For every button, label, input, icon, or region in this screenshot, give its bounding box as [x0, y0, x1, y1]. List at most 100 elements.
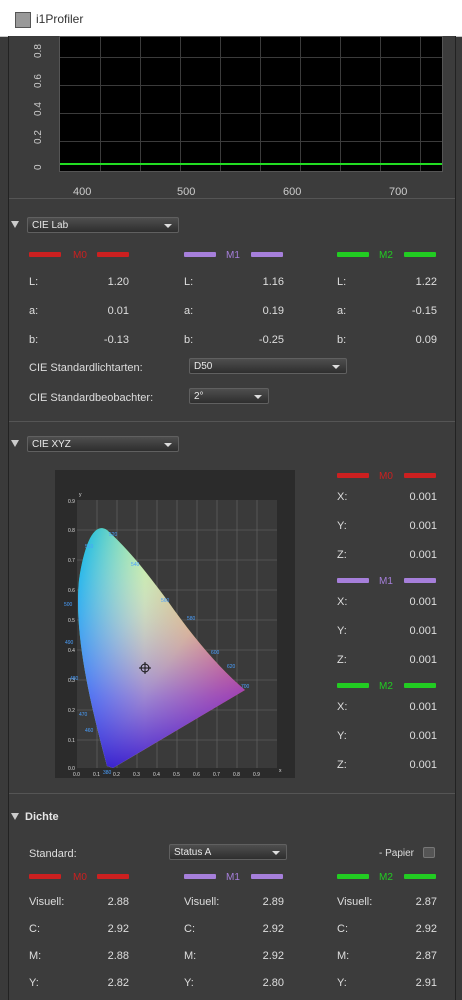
cie-x-axis-label: x	[279, 768, 282, 774]
m1-L-value: 1.16	[262, 276, 284, 288]
y-tick-label: 0.8	[33, 44, 44, 58]
wavelength-label: 490	[65, 640, 74, 646]
wavelength-label: 620	[227, 664, 236, 670]
lab-mode-dropdown[interactable]: CIE Lab	[27, 217, 179, 233]
wavelength-label: 560	[161, 598, 170, 604]
m2-legend-label: M2	[379, 250, 393, 261]
density-m-label: M:	[29, 950, 42, 962]
wavelength-label: 460	[85, 728, 94, 734]
standard-label: Standard:	[29, 848, 77, 860]
m0-legend-label: M0	[73, 872, 87, 883]
grid-line	[60, 113, 442, 114]
density-c-label: C:	[29, 923, 40, 935]
xyz-X-label: X:	[337, 596, 348, 608]
app-icon	[15, 12, 31, 28]
spectral-graph	[59, 36, 443, 172]
m0-legend-bar	[29, 252, 61, 257]
density-visual-label: Visuell:	[337, 896, 373, 908]
m2-legend-label: M2	[379, 872, 393, 883]
divider	[9, 198, 455, 199]
cie-x-tick: 0.4	[153, 772, 160, 778]
m0-X-value: 0.001	[409, 491, 437, 503]
illuminant-dropdown[interactable]: D50	[189, 358, 347, 374]
wavelength-label: 480	[70, 676, 79, 682]
y-tick-label: 0.6	[33, 74, 44, 88]
m0-L-value: 1.20	[107, 276, 129, 288]
wavelength-label: 580	[187, 616, 196, 622]
cie-x-tick: 0.3	[133, 772, 140, 778]
divider	[9, 421, 455, 422]
m1-Y-value: 0.001	[409, 625, 437, 637]
m0-c-value: 2.92	[107, 923, 129, 935]
density-c-label: C:	[184, 923, 195, 935]
m1-legend-label: M1	[226, 872, 240, 883]
m2-c-value: 2.92	[415, 923, 437, 935]
lab-b-label: b:	[337, 334, 347, 346]
cie-y-tick: 0.6	[68, 588, 75, 594]
cie-x-tick: 0.7	[213, 772, 220, 778]
wavelength-label: 380	[103, 770, 112, 776]
xyz-Z-label: Z:	[337, 549, 347, 561]
m0-legend-bar	[29, 874, 61, 879]
chevron-down-icon	[164, 224, 172, 228]
cie-x-tick: 0.0	[73, 772, 80, 778]
m0-legend-bar	[97, 252, 129, 257]
m2-legend-label: M2	[379, 681, 393, 692]
lab-b-label: b:	[29, 334, 39, 346]
observer-dropdown[interactable]: 2°	[189, 388, 269, 404]
m2-legend-bar	[404, 252, 436, 257]
density-standard-value: Status A	[174, 847, 212, 858]
density-c-label: C:	[337, 923, 348, 935]
lab-mode-value: CIE Lab	[32, 220, 69, 231]
xyz-Y-label: Y:	[337, 730, 347, 742]
m2-Z-value: 0.001	[409, 759, 437, 771]
xyz-Y-label: Y:	[337, 520, 347, 532]
m0-legend-bar	[97, 874, 129, 879]
m0-Y-value: 0.001	[409, 520, 437, 532]
m1-a-value: 0.19	[262, 305, 284, 317]
collapse-triangle-icon[interactable]	[11, 813, 19, 820]
paper-label: - Papier	[379, 848, 415, 859]
wavelength-label: 470	[79, 712, 88, 718]
cie-y-axis-label: y	[79, 492, 82, 498]
x-tick-label: 400	[73, 186, 92, 198]
x-tick-label: 600	[283, 186, 302, 198]
cie-y-tick: 0.4	[68, 648, 75, 654]
spectral-curve	[60, 163, 442, 165]
m1-X-value: 0.001	[409, 596, 437, 608]
density-m-label: M:	[184, 950, 197, 962]
m0-y-value: 2.82	[107, 977, 129, 989]
cie-x-tick: 0.5	[173, 772, 180, 778]
density-standard-dropdown[interactable]: Status A	[169, 844, 287, 860]
m2-m-value: 2.87	[415, 950, 437, 962]
cie-x-tick: 0.2	[113, 772, 120, 778]
grid-line	[60, 141, 442, 142]
y-tick-label: 0.4	[33, 102, 44, 116]
xyz-Z-label: Z:	[337, 654, 347, 666]
xyz-mode-dropdown[interactable]: CIE XYZ	[27, 436, 179, 452]
cie-y-tick: 0.9	[68, 499, 75, 505]
m2-legend-bar	[404, 683, 436, 688]
collapse-triangle-icon[interactable]	[11, 440, 19, 447]
density-visual-label: Visuell:	[29, 896, 65, 908]
density-heading: Dichte	[25, 811, 59, 823]
m2-legend-bar	[404, 874, 436, 879]
m0-legend-bar	[404, 473, 436, 478]
m1-visual-value: 2.89	[262, 896, 284, 908]
m1-legend-bar	[337, 578, 369, 583]
m0-a-value: 0.01	[107, 305, 129, 317]
cie-y-tick: 0.5	[68, 618, 75, 624]
m1-legend-label: M1	[379, 576, 393, 587]
m2-visual-value: 2.87	[415, 896, 437, 908]
m1-c-value: 2.92	[262, 923, 284, 935]
wavelength-label: 540	[131, 562, 140, 568]
m1-Z-value: 0.001	[409, 654, 437, 666]
collapse-triangle-icon[interactable]	[11, 221, 19, 228]
m1-y-value: 2.80	[262, 977, 284, 989]
m0-legend-label: M0	[73, 250, 87, 261]
chevron-down-icon	[332, 365, 340, 369]
xyz-Y-label: Y:	[337, 625, 347, 637]
m1-legend-bar	[184, 874, 216, 879]
chevron-down-icon	[272, 851, 280, 855]
paper-checkbox[interactable]	[423, 847, 435, 858]
